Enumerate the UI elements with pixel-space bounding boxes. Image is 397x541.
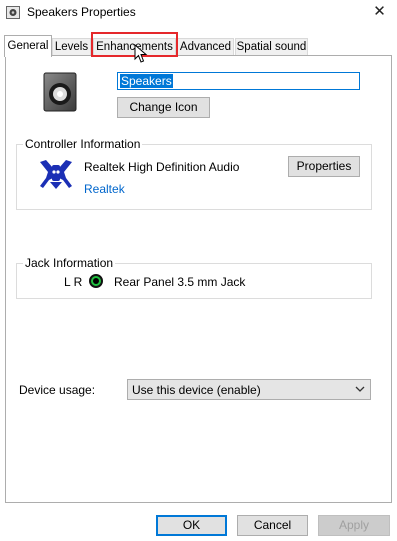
chevron-down-icon [355,386,365,392]
tab-advanced[interactable]: Advanced [177,38,234,55]
close-icon: ✕ [373,3,386,20]
jack-group-label: Jack Information [23,256,116,270]
controller-vendor-link[interactable]: Realtek [84,182,125,196]
device-usage-selected: Use this device (enable) [132,383,261,397]
jack-description: Rear Panel 3.5 mm Jack [114,275,246,289]
controller-properties-button[interactable]: Properties [288,156,360,177]
tab-spatial-sound[interactable]: Spatial sound [235,38,308,55]
title-bar: Speakers Properties ✕ [0,0,397,25]
tab-strip: General Levels Enhancements Advanced Spa… [0,35,397,57]
change-icon-button[interactable]: Change Icon [117,97,210,118]
device-name-selected-text: Speakers [120,74,173,88]
speaker-icon [43,72,77,112]
cancel-button[interactable]: Cancel [237,515,308,536]
jack-color-indicator [89,274,103,288]
mouse-cursor-icon [134,44,148,63]
tab-levels[interactable]: Levels [52,38,91,55]
controller-group-label: Controller Information [23,137,143,151]
window-title: Speakers Properties [27,5,136,19]
speaker-app-icon [6,6,20,19]
jack-channels: L R [64,275,83,289]
realtek-icon [40,160,72,189]
device-name-input[interactable]: Speakers [117,72,360,90]
device-usage-label: Device usage: [19,383,96,397]
controller-name: Realtek High Definition Audio [84,160,240,174]
close-button[interactable]: ✕ [362,0,397,25]
tab-general[interactable]: General [4,35,52,57]
apply-button[interactable]: Apply [318,515,390,536]
ok-button[interactable]: OK [156,515,227,536]
device-usage-dropdown[interactable]: Use this device (enable) [127,379,371,400]
